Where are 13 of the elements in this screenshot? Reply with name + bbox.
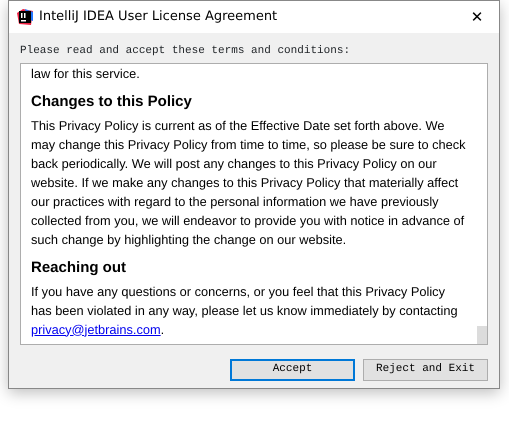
email-link[interactable]: privacy@jetbrains.com xyxy=(31,322,161,336)
paragraph: This Privacy Policy is current as of the Effective Date set forth above. We may change this Privacy Policy from time to time, so please be sure to check back periodically. We will post any changes to this Privacy Policy on our website. If we make any changes to this Privacy Policy that materially affect our practices with regard to the personal information we have previously collected from you, we will endeavor to provide you with notice in advance of such change by highlighting the change on our website. xyxy=(31,116,467,248)
paragraph: If you have any questions or concerns, or you feel that this Privacy Policy has been violated in any way, please let us know immediately by contacting privacy@jetbrains.com. xyxy=(31,282,459,338)
section-heading: Changes to this Policy xyxy=(31,92,193,110)
reject-button[interactable]: Reject and Exit xyxy=(363,358,488,380)
close-button[interactable]: ✕ xyxy=(455,1,499,33)
accept-button[interactable]: Accept xyxy=(230,358,355,380)
instruction-text: Please read and accept these terms and conditions: xyxy=(20,44,352,59)
app-logo-icon xyxy=(17,9,33,25)
paragraph: law for this service. xyxy=(31,64,141,82)
section-heading: Reaching out xyxy=(31,258,128,276)
window-title: IntelliJ IDEA User License Agreement xyxy=(39,8,278,26)
scrollbar-thumb[interactable] xyxy=(477,326,487,344)
